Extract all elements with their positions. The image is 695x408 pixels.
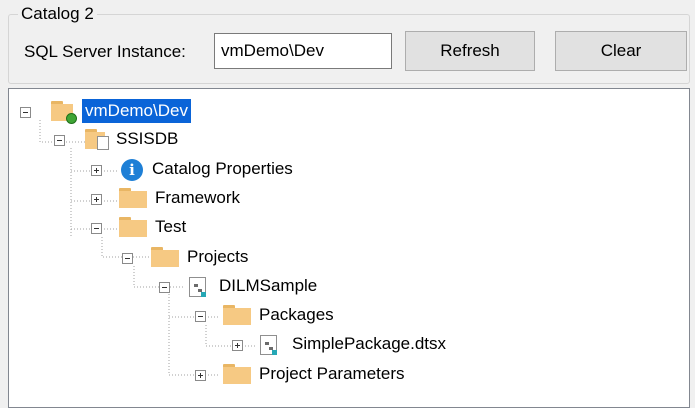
folder-icon xyxy=(119,217,147,237)
collapse-icon[interactable] xyxy=(20,107,31,118)
expand-icon[interactable] xyxy=(91,194,102,205)
folder-icon xyxy=(223,364,251,384)
tree-node-packages[interactable]: Packages xyxy=(9,303,389,331)
sql-server-instance-label: SQL Server Instance: xyxy=(24,42,186,61)
tree-label-projects[interactable]: Projects xyxy=(184,245,251,269)
tree-node-framework[interactable]: Framework xyxy=(9,186,309,214)
project-icon xyxy=(189,277,206,297)
catalog-tree-view[interactable]: vmDemo\Dev SSISDB i Catalog Properties F… xyxy=(8,88,690,408)
sql-server-instance-input[interactable] xyxy=(214,33,392,69)
tree-node-ssisdb[interactable]: SSISDB xyxy=(9,127,249,155)
folder-icon xyxy=(151,247,179,267)
database-overlay-icon xyxy=(97,136,109,150)
folder-icon xyxy=(119,188,147,208)
tree-node-simplepackage[interactable]: SimplePackage.dtsx xyxy=(9,332,509,360)
tree-label-catalog-properties[interactable]: Catalog Properties xyxy=(149,157,296,181)
collapse-icon[interactable] xyxy=(159,282,170,293)
tree-label-dilmsample[interactable]: DILMSample xyxy=(216,274,320,298)
catalog-group-title: Catalog 2 xyxy=(18,4,97,24)
tree-node-server[interactable]: vmDemo\Dev xyxy=(9,99,249,127)
expand-icon[interactable] xyxy=(91,165,102,176)
tree-label-project-parameters[interactable]: Project Parameters xyxy=(256,362,408,386)
server-status-icon xyxy=(66,113,77,124)
tree-node-project-parameters[interactable]: Project Parameters xyxy=(9,362,469,390)
tree-label-server[interactable]: vmDemo\Dev xyxy=(82,99,191,123)
tree-label-test[interactable]: Test xyxy=(152,215,189,239)
refresh-button[interactable]: Refresh xyxy=(405,31,535,71)
folder-icon xyxy=(223,305,251,325)
collapse-icon[interactable] xyxy=(195,311,206,322)
tree-label-simplepackage[interactable]: SimplePackage.dtsx xyxy=(289,332,449,356)
clear-button[interactable]: Clear xyxy=(555,31,687,71)
tree-label-framework[interactable]: Framework xyxy=(152,186,243,210)
collapse-icon[interactable] xyxy=(91,223,102,234)
tree-node-test[interactable]: Test xyxy=(9,215,269,243)
tree-node-projects[interactable]: Projects xyxy=(9,245,309,273)
tree-label-packages[interactable]: Packages xyxy=(256,303,337,327)
tree-label-ssisdb[interactable]: SSISDB xyxy=(113,127,181,151)
info-icon: i xyxy=(121,159,143,181)
expand-icon[interactable] xyxy=(195,370,206,381)
expand-icon[interactable] xyxy=(232,340,243,351)
tree-node-dilmsample[interactable]: DILMSample xyxy=(9,274,389,302)
tree-node-catalog-properties[interactable]: i Catalog Properties xyxy=(9,157,349,185)
collapse-icon[interactable] xyxy=(122,253,133,264)
package-icon xyxy=(260,335,277,355)
collapse-icon[interactable] xyxy=(54,135,65,146)
